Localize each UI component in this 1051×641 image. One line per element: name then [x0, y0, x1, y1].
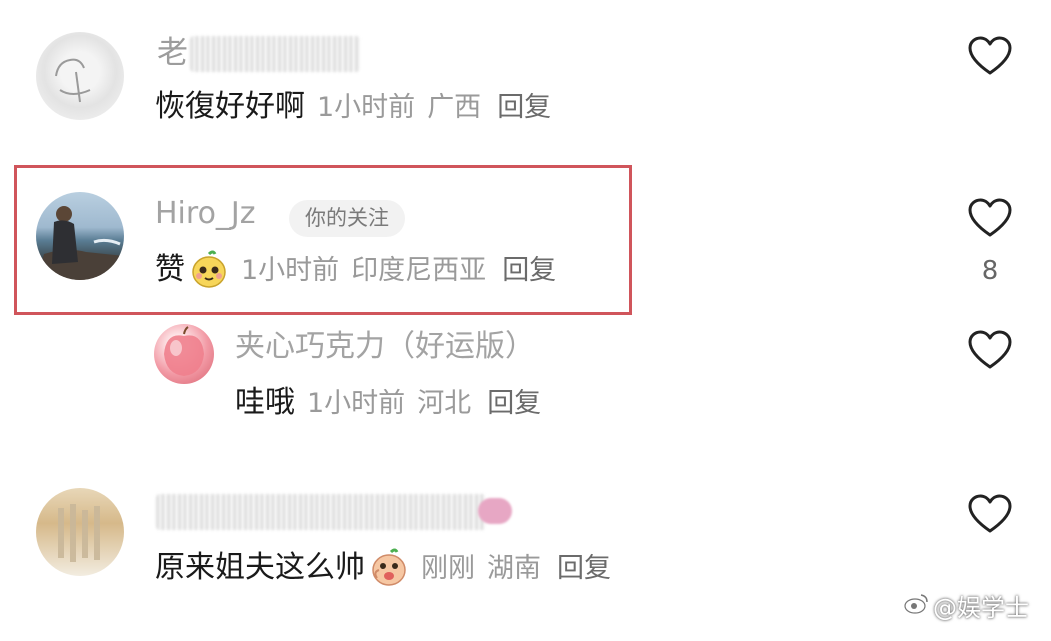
- avatar-image: [55, 58, 91, 103]
- comment-location: 广西: [427, 91, 482, 123]
- blurred-badge: [478, 498, 512, 524]
- avatar[interactable]: [36, 192, 124, 280]
- like-button[interactable]: [968, 198, 1012, 238]
- comment-author-name[interactable]: Hiro_Jz: [155, 199, 256, 229]
- avatar[interactable]: [36, 32, 124, 120]
- weibo-icon: [903, 592, 929, 620]
- comment-location: 印度尼西亚: [351, 254, 487, 286]
- reply-button[interactable]: 回复: [487, 390, 541, 417]
- comment-author-name[interactable]: 老: [157, 38, 188, 69]
- avatar-image: [36, 206, 124, 280]
- comment-text: 恢復好好啊: [155, 89, 305, 124]
- emoji-icon: [189, 250, 229, 290]
- comment-content-row: 赞 1小时前 印度尼西亚 回复: [155, 250, 556, 290]
- comment-text: 原来姐夫这么帅: [155, 550, 365, 585]
- following-badge: 你的关注: [289, 200, 405, 237]
- avatar[interactable]: [36, 488, 124, 576]
- comment-location: 湖南: [487, 552, 541, 584]
- emoji-icon: [369, 548, 409, 588]
- heart-outline-icon: [968, 36, 1012, 75]
- watermark: @娱学士: [903, 588, 1029, 623]
- comment-time: 1小时前: [317, 91, 416, 123]
- heart-outline-icon: [968, 494, 1012, 533]
- comment-text: 哇哦: [235, 385, 295, 420]
- comment-time: 1小时前: [307, 387, 406, 419]
- comment-location: 河北: [417, 387, 472, 419]
- avatar-image: [58, 504, 100, 562]
- like-button[interactable]: [968, 330, 1012, 370]
- like-button[interactable]: [968, 36, 1012, 76]
- reply-button[interactable]: 回复: [502, 257, 556, 284]
- comment-content-row: 原来姐夫这么帅 刚刚 湖南 回复: [155, 548, 611, 588]
- avatar[interactable]: [154, 324, 214, 384]
- watermark-text: @娱学士: [933, 594, 1029, 622]
- reply-button[interactable]: 回复: [497, 94, 551, 121]
- comment-author-name[interactable]: 夹心巧克力（好运版）: [235, 332, 535, 362]
- like-button[interactable]: [968, 494, 1012, 534]
- heart-outline-icon: [968, 198, 1012, 237]
- comment-content-row: 哇哦 1小时前 河北 回复: [235, 388, 541, 418]
- like-count: 8: [981, 256, 999, 286]
- comment-content-row: 恢復好好啊 1小时前 广西 回复: [155, 92, 551, 122]
- heart-outline-icon: [968, 330, 1012, 369]
- reply-button[interactable]: 回复: [557, 555, 611, 582]
- avatar-image: [164, 326, 204, 376]
- blurred-username: [190, 36, 360, 72]
- blurred-username: [156, 494, 486, 530]
- comment-text: 赞: [155, 252, 185, 287]
- comment-time: 1小时前: [241, 254, 340, 286]
- comment-time: 刚刚: [421, 552, 475, 584]
